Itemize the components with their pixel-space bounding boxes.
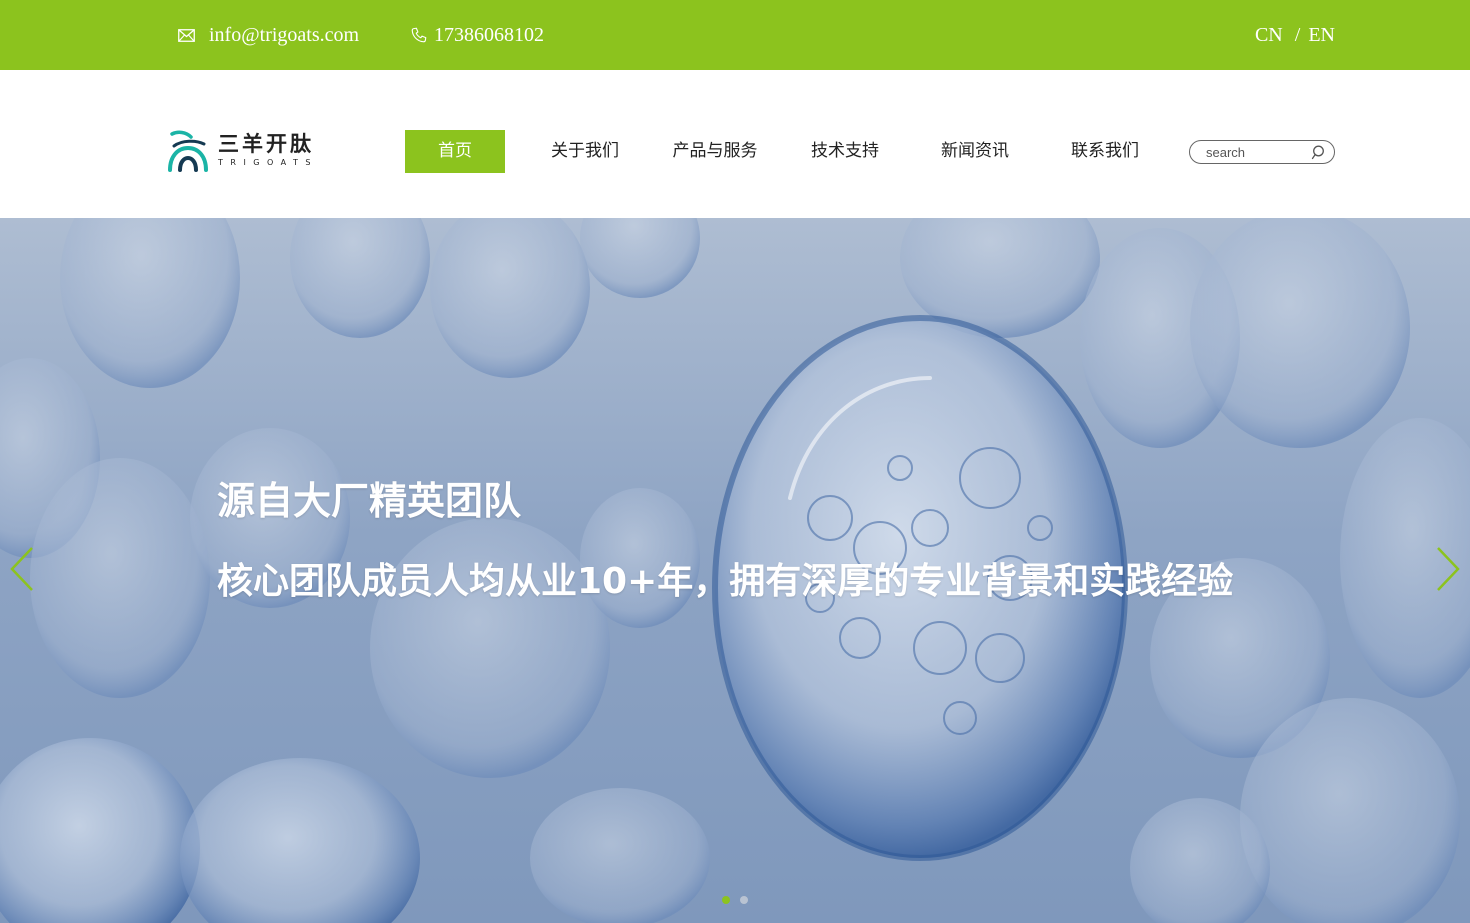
lang-separator: / (1294, 24, 1301, 46)
site-logo[interactable]: 三羊开肽 TRIGOATS (166, 128, 318, 172)
search-box (1189, 140, 1335, 164)
nav-item-about[interactable]: 关于我们 (535, 130, 635, 173)
lang-en-link[interactable]: EN (1308, 24, 1335, 47)
search-input[interactable] (1206, 143, 1306, 161)
logo-en-text: TRIGOATS (218, 158, 318, 167)
lang-cn-link[interactable]: CN (1255, 24, 1283, 47)
email-contact[interactable]: info@trigoats.com (178, 0, 359, 70)
nav-item-news[interactable]: 新闻资讯 (925, 130, 1025, 173)
nav-item-support[interactable]: 技术支持 (795, 130, 895, 173)
top-contact-bar: info@trigoats.com 17386068102 CN / EN (0, 0, 1470, 70)
slide-indicators (722, 896, 748, 904)
phone-text[interactable]: 17386068102 (434, 24, 544, 47)
search-icon[interactable] (1311, 145, 1326, 160)
phone-contact[interactable]: 17386068102 (410, 0, 544, 70)
slide-dot[interactable] (722, 896, 730, 904)
slide-dot[interactable] (740, 896, 748, 904)
email-text[interactable]: info@trigoats.com (209, 24, 359, 47)
logo-mark-icon (168, 130, 208, 172)
hero-banner: 源自大厂精英团队 核心团队成员人均从业10+年，拥有深厚的专业背景和实践经验 (0, 218, 1470, 923)
nav-item-contact[interactable]: 联系我们 (1055, 130, 1155, 173)
chevron-right-icon[interactable] (1434, 546, 1462, 592)
logo-text: 三羊开肽 TRIGOATS (218, 132, 318, 168)
phone-icon (411, 27, 427, 43)
banner-headline: 源自大厂精英团队 (217, 479, 522, 523)
logo-cn-text: 三羊开肽 (218, 132, 314, 156)
nav-item-products[interactable]: 产品与服务 (665, 130, 765, 173)
site-header: 三羊开肽 TRIGOATS 首页 关于我们 产品与服务 技术支持 新闻资讯 联系… (0, 70, 1470, 218)
nav-item-home[interactable]: 首页 (405, 130, 505, 173)
language-switcher: CN / EN (1255, 24, 1335, 47)
envelope-icon (178, 28, 195, 42)
chevron-left-icon[interactable] (8, 546, 36, 592)
banner-subline: 核心团队成员人均从业10+年，拥有深厚的专业背景和实践经验 (217, 561, 1234, 602)
